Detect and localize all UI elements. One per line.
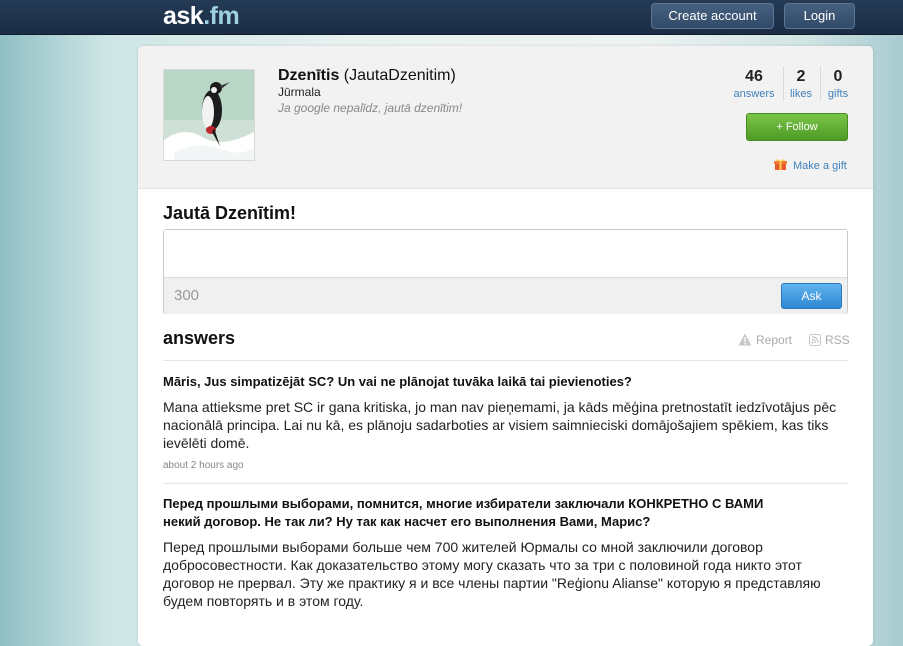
login-button[interactable]: Login (784, 3, 855, 29)
likes-count: 2 (796, 68, 806, 85)
askfm-logo[interactable]: ask.fm (163, 2, 240, 31)
logo-main-text: ask (163, 2, 204, 30)
answers-title: answers (163, 328, 236, 348)
stat-divider (783, 66, 784, 100)
gift-icon (774, 159, 787, 170)
make-gift-link[interactable]: Make a gift (774, 158, 847, 172)
username: (JautaDzenitim) (343, 67, 456, 84)
ask-footer: 300 Ask (164, 277, 847, 314)
question-text[interactable]: Перед прошлыми выборами, помнится, многи… (163, 495, 803, 531)
answer-text: Mana attieksme pret SC ir gana kritiska,… (163, 399, 837, 451)
create-account-button[interactable]: Create account (651, 3, 774, 29)
answer-timestamp[interactable]: about 2 hours ago (163, 460, 244, 471)
display-name: Dzenītis (278, 67, 340, 84)
stat-divider (820, 66, 821, 100)
profile-name: Dzenītis (JautaDzenitim) (278, 67, 456, 85)
question-text[interactable]: Māris, Jus simpatizējāt SC? Un vai ne pl… (163, 373, 803, 391)
profile-location: Jūrmala (278, 85, 321, 99)
woodpecker-photo-icon (164, 70, 254, 160)
rss-icon (809, 334, 821, 346)
logo-fm-text: .fm (203, 2, 240, 30)
report-link[interactable]: Report (738, 333, 792, 347)
ask-button[interactable]: Ask (781, 283, 842, 309)
stat-gifts[interactable]: 0 gifts (825, 68, 851, 100)
avatar[interactable] (163, 69, 255, 161)
divider (163, 360, 848, 361)
stat-answers[interactable]: 46 answers (732, 68, 776, 100)
answer-text: Перед прошлыми выборами больше чем 700 ж… (163, 539, 821, 609)
make-gift-label: Make a gift (793, 160, 847, 172)
divider (163, 483, 848, 484)
profile-card: Dzenītis (JautaDzenitim) Jūrmala Ja goog… (138, 46, 873, 646)
follow-button[interactable]: + Follow (746, 113, 848, 141)
top-navigation-bar: ask.fm Create account Login (0, 0, 903, 35)
question-input[interactable] (164, 230, 847, 276)
warning-icon (738, 333, 752, 346)
profile-header: Dzenītis (JautaDzenitim) Jūrmala Ja goog… (138, 46, 873, 189)
ask-title: Jautā Dzenītim! (163, 203, 297, 223)
rss-label: RSS (825, 333, 850, 347)
character-counter: 300 (174, 287, 200, 304)
gifts-label: gifts (827, 88, 849, 100)
gifts-count: 0 (833, 68, 843, 85)
ask-box: 300 Ask (163, 229, 848, 314)
answers-count: 46 (745, 68, 763, 85)
stat-likes[interactable]: 2 likes (788, 68, 814, 100)
rss-link[interactable]: RSS (809, 333, 850, 347)
report-label: Report (756, 333, 793, 347)
answers-label: answers (733, 88, 775, 100)
likes-label: likes (789, 88, 812, 100)
profile-bio: Ja google nepalīdz, jautā dzenītim! (278, 101, 463, 115)
